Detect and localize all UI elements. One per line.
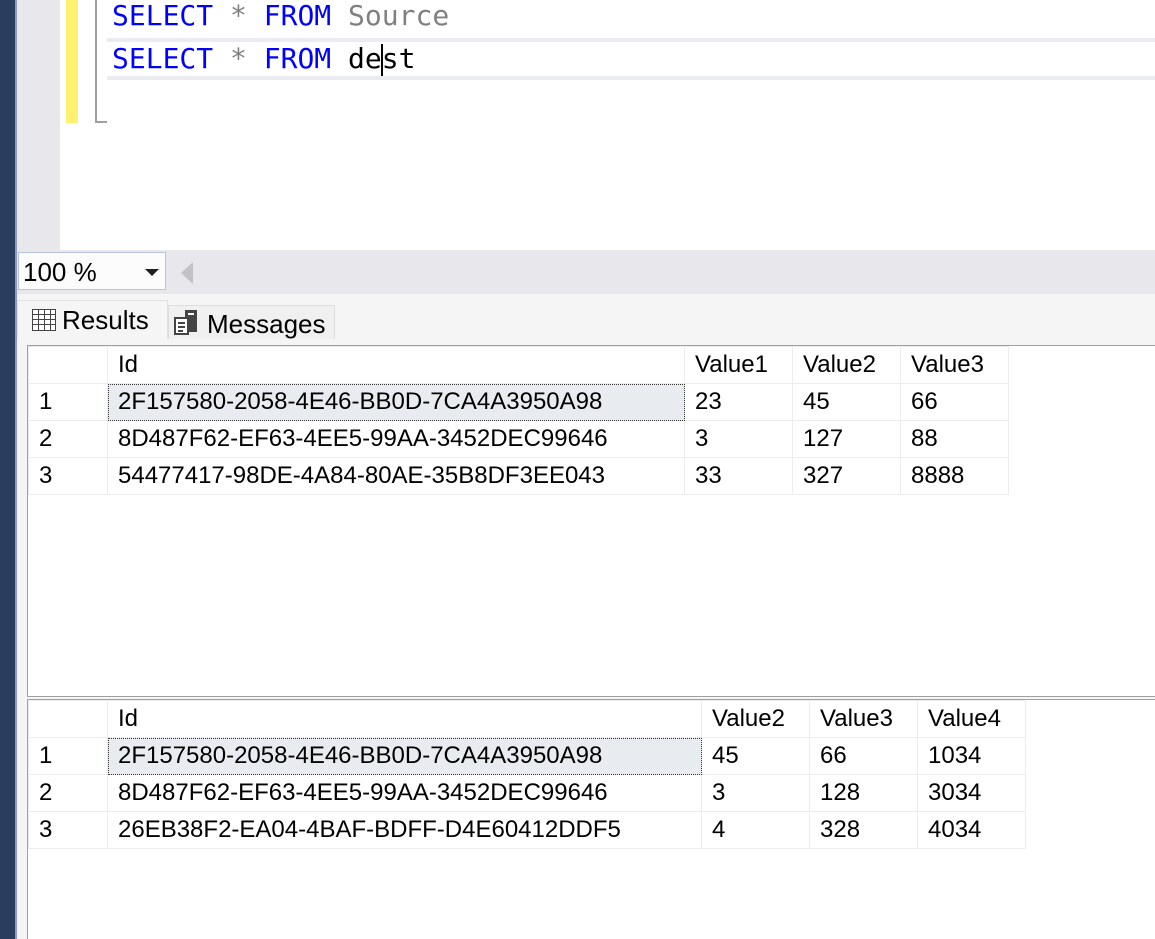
cell[interactable]: 66 — [809, 737, 918, 775]
row-number[interactable]: 2 — [28, 420, 108, 458]
cell[interactable]: 33 — [684, 457, 793, 495]
cell[interactable]: 3 — [684, 420, 793, 458]
cell[interactable]: 45 — [701, 737, 810, 775]
grid-icon — [32, 303, 56, 341]
operator: * — [230, 0, 247, 32]
zoom-dropdown[interactable]: 100 % — [18, 252, 166, 290]
table-row[interactable]: 3 54477417-98DE-4A84-80AE-35B8DF3EE043 3… — [28, 457, 1009, 495]
table-name: Source — [348, 0, 450, 32]
cell[interactable]: 23 — [684, 383, 793, 421]
tab-messages[interactable]: Messages — [168, 305, 335, 340]
row-number[interactable]: 2 — [28, 774, 108, 812]
cell[interactable]: 3 — [701, 774, 810, 812]
cell[interactable]: 8D487F62-EF63-4EE5-99AA-3452DEC99646 — [107, 420, 685, 458]
code-line-2[interactable]: SELECT * FROM dest — [112, 41, 415, 77]
cell-selected[interactable]: 2F157580-2058-4E46-BB0D-7CA4A3950A98 — [107, 383, 685, 421]
table-row[interactable]: 2 8D487F62-EF63-4EE5-99AA-3452DEC99646 3… — [28, 420, 1009, 458]
results-table-2: Id Value2 Value3 Value4 1 2F157580-2058-… — [28, 700, 1026, 849]
table-row[interactable]: 1 2F157580-2058-4E46-BB0D-7CA4A3950A98 2… — [28, 383, 1009, 421]
cell[interactable]: 66 — [900, 383, 1009, 421]
table-row[interactable]: 1 2F157580-2058-4E46-BB0D-7CA4A3950A98 4… — [28, 737, 1026, 775]
column-header[interactable]: Value2 — [701, 700, 810, 738]
cell[interactable]: 128 — [809, 774, 918, 812]
table-row[interactable]: 3 26EB38F2-EA04-4BAF-BDFF-D4E60412DDF5 4… — [28, 811, 1026, 849]
row-number[interactable]: 3 — [28, 811, 108, 849]
cell[interactable]: 8D487F62-EF63-4EE5-99AA-3452DEC99646 — [107, 774, 702, 812]
cell[interactable]: 8888 — [900, 457, 1009, 495]
operator: * — [230, 42, 247, 75]
keyword: SELECT — [112, 0, 214, 32]
column-header[interactable]: Value1 — [684, 346, 793, 384]
cell[interactable]: 1034 — [917, 737, 1026, 775]
cell[interactable]: 327 — [792, 457, 901, 495]
header-row: Id Value1 Value2 Value3 — [28, 346, 1009, 384]
chevron-down-icon — [145, 269, 159, 276]
keyword: FROM — [263, 0, 332, 32]
cell-selected[interactable]: 2F157580-2058-4E46-BB0D-7CA4A3950A98 — [107, 737, 702, 775]
column-header[interactable]: Value3 — [809, 700, 918, 738]
column-header[interactable]: Value2 — [792, 346, 901, 384]
cell[interactable]: 328 — [809, 811, 918, 849]
table-name-part: de — [348, 42, 382, 75]
keyword: SELECT — [112, 42, 214, 75]
cell[interactable]: 54477417-98DE-4A84-80AE-35B8DF3EE043 — [107, 457, 685, 495]
header-row: Id Value2 Value3 Value4 — [28, 700, 1026, 738]
zoom-value: 100 % — [23, 257, 97, 287]
column-header[interactable]: Id — [107, 346, 685, 384]
results-table-1: Id Value1 Value2 Value3 1 2F157580-2058-… — [28, 346, 1009, 495]
editor-gutter — [17, 0, 60, 250]
column-header[interactable]: Id — [107, 700, 702, 738]
column-header[interactable]: Value4 — [917, 700, 1026, 738]
row-number-header[interactable] — [28, 346, 108, 384]
row-number[interactable]: 3 — [28, 457, 108, 495]
cell[interactable]: 45 — [792, 383, 901, 421]
tab-results-label: Results — [62, 305, 149, 335]
cell[interactable]: 4034 — [917, 811, 1026, 849]
cell[interactable]: 88 — [900, 420, 1009, 458]
table-name-part: st — [381, 42, 416, 75]
cell[interactable]: 3034 — [917, 774, 1026, 812]
outline-fold-end — [95, 121, 107, 123]
tab-results[interactable]: Results — [17, 300, 168, 340]
results-grid-1[interactable]: Id Value1 Value2 Value3 1 2F157580-2058-… — [27, 345, 1155, 697]
results-grid-2[interactable]: Id Value2 Value3 Value4 1 2F157580-2058-… — [27, 699, 1155, 939]
row-number-header[interactable] — [28, 700, 108, 738]
code-line-1[interactable]: SELECT * FROM Source — [112, 0, 449, 34]
cell[interactable]: 127 — [792, 420, 901, 458]
cell[interactable]: 26EB38F2-EA04-4BAF-BDFF-D4E60412DDF5 — [107, 811, 702, 849]
row-number[interactable]: 1 — [28, 383, 108, 421]
tab-messages-label: Messages — [207, 309, 326, 339]
change-tracking-bar — [66, 0, 78, 123]
outline-fold-line — [95, 0, 97, 123]
row-number[interactable]: 1 — [28, 737, 108, 775]
scroll-left-arrow-icon[interactable] — [181, 262, 193, 284]
cell[interactable]: 4 — [701, 811, 810, 849]
keyword: FROM — [263, 42, 332, 75]
table-row[interactable]: 2 8D487F62-EF63-4EE5-99AA-3452DEC99646 3… — [28, 774, 1026, 812]
column-header[interactable]: Value3 — [900, 346, 1009, 384]
window-sidebar — [0, 0, 15, 939]
